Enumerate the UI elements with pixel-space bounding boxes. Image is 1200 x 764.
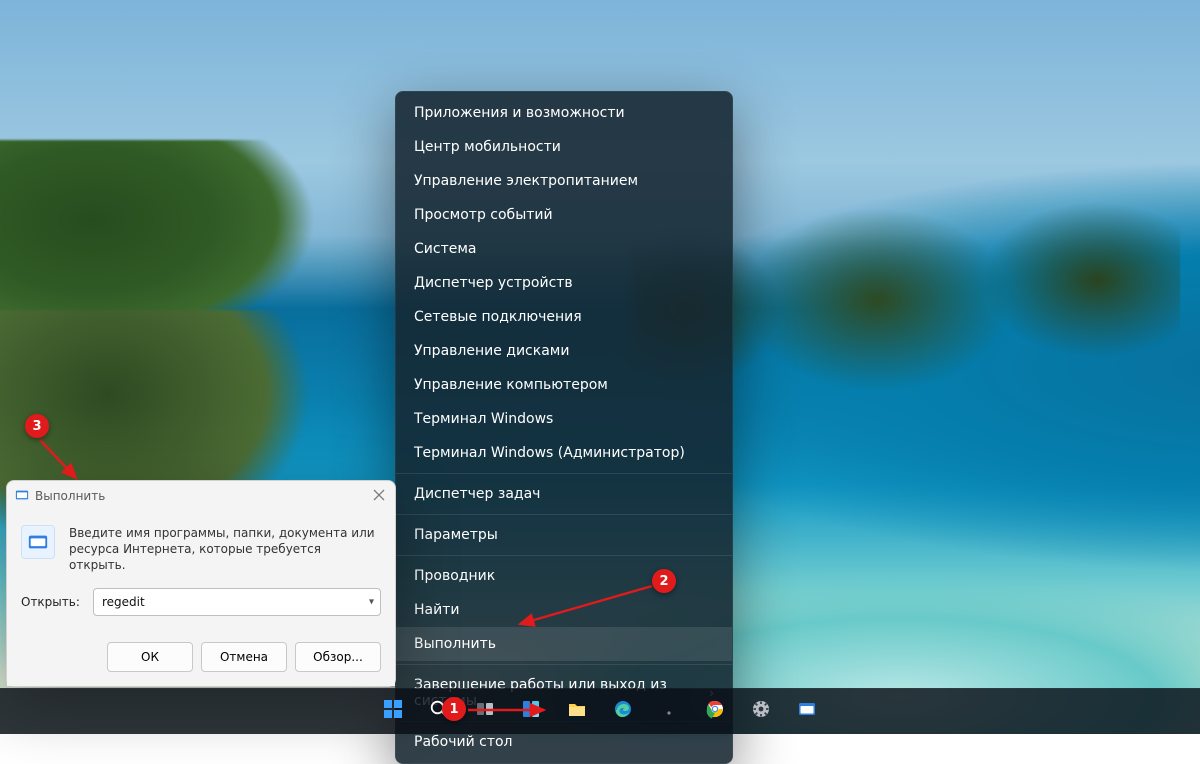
browse-button[interactable]: Обзор...: [295, 642, 381, 672]
close-button[interactable]: [355, 487, 385, 505]
ok-button[interactable]: ОК: [107, 642, 193, 672]
start-icon: [382, 698, 404, 725]
menu-item[interactable]: Параметры: [396, 518, 732, 552]
taskbar-settings-button[interactable]: [741, 692, 781, 732]
taskbar-chrome-button[interactable]: [695, 692, 735, 732]
menu-item-label: Диспетчер задач: [414, 486, 540, 502]
widgets-icon: [521, 699, 541, 724]
app-1-icon: [659, 699, 679, 724]
taskbar-widgets-button[interactable]: [511, 692, 551, 732]
menu-item[interactable]: Терминал Windows: [396, 402, 732, 436]
annotation-callout-2: 2: [652, 569, 676, 593]
menu-item[interactable]: Управление дисками: [396, 334, 732, 368]
menu-item[interactable]: Центр мобильности: [396, 130, 732, 164]
menu-item-label: Терминал Windows: [414, 411, 553, 427]
menu-item-label: Найти: [414, 602, 459, 618]
cancel-button[interactable]: Отмена: [201, 642, 287, 672]
menu-item-label: Выполнить: [414, 636, 496, 652]
menu-item-label: Просмотр событий: [414, 207, 553, 223]
run-dialog: Выполнить Введите имя программы, папки, …: [6, 480, 396, 687]
menu-item-label: Управление компьютером: [414, 377, 608, 393]
menu-item-label: Параметры: [414, 527, 498, 543]
menu-item-label: Управление электропитанием: [414, 173, 638, 189]
menu-item[interactable]: Управление компьютером: [396, 368, 732, 402]
menu-item-label: Диспетчер устройств: [414, 275, 573, 291]
taskbar-app-1-button[interactable]: [649, 692, 689, 732]
menu-separator: [396, 664, 732, 665]
menu-item-label: Сетевые подключения: [414, 309, 582, 325]
menu-item-label: Система: [414, 241, 476, 257]
menu-separator: [396, 473, 732, 474]
settings-icon: [751, 699, 771, 724]
annotation-callout-3: 3: [25, 414, 49, 438]
menu-item-label: Управление дисками: [414, 343, 569, 359]
taskbar: [0, 688, 1200, 734]
menu-item[interactable]: Приложения и возможности: [396, 96, 732, 130]
run-title-text: Выполнить: [35, 489, 105, 503]
menu-separator: [396, 514, 732, 515]
menu-item[interactable]: Сетевые подключения: [396, 300, 732, 334]
menu-item-label: Центр мобильности: [414, 139, 561, 155]
run-app-icon: [21, 525, 55, 559]
file-explorer-icon: [567, 699, 587, 724]
task-view-icon: [475, 699, 495, 724]
run-description: Введите имя программы, папки, документа …: [69, 525, 381, 574]
menu-item-label: Рабочий стол: [414, 734, 513, 750]
run-title-icon: [15, 488, 29, 505]
taskbar-start-button[interactable]: [373, 692, 413, 732]
taskbar-file-explorer-button[interactable]: [557, 692, 597, 732]
menu-item[interactable]: Управление электропитанием: [396, 164, 732, 198]
run-icon: [797, 699, 817, 724]
menu-item-label: Приложения и возможности: [414, 105, 625, 121]
menu-item[interactable]: Диспетчер устройств: [396, 266, 732, 300]
menu-item[interactable]: Найти: [396, 593, 732, 627]
run-open-label: Открыть:: [21, 595, 83, 609]
menu-item-label: Терминал Windows (Администратор): [414, 445, 685, 461]
menu-item[interactable]: Терминал Windows (Администратор): [396, 436, 732, 470]
chrome-icon: [705, 699, 725, 724]
menu-item[interactable]: Диспетчер задач: [396, 477, 732, 511]
annotation-callout-1: 1: [442, 697, 466, 721]
menu-item[interactable]: Система: [396, 232, 732, 266]
menu-item[interactable]: Проводник: [396, 559, 732, 593]
winx-context-menu: Приложения и возможности Центр мобильност…: [395, 91, 733, 764]
taskbar-edge-button[interactable]: [603, 692, 643, 732]
taskbar-run-button[interactable]: [787, 692, 827, 732]
menu-item-label: Проводник: [414, 568, 495, 584]
taskbar-task-view-button[interactable]: [465, 692, 505, 732]
run-titlebar[interactable]: Выполнить: [7, 481, 395, 511]
edge-icon: [613, 699, 633, 724]
menu-separator: [396, 555, 732, 556]
run-open-input[interactable]: [93, 588, 381, 616]
menu-item[interactable]: Просмотр событий: [396, 198, 732, 232]
menu-item[interactable]: Выполнить: [396, 627, 732, 661]
